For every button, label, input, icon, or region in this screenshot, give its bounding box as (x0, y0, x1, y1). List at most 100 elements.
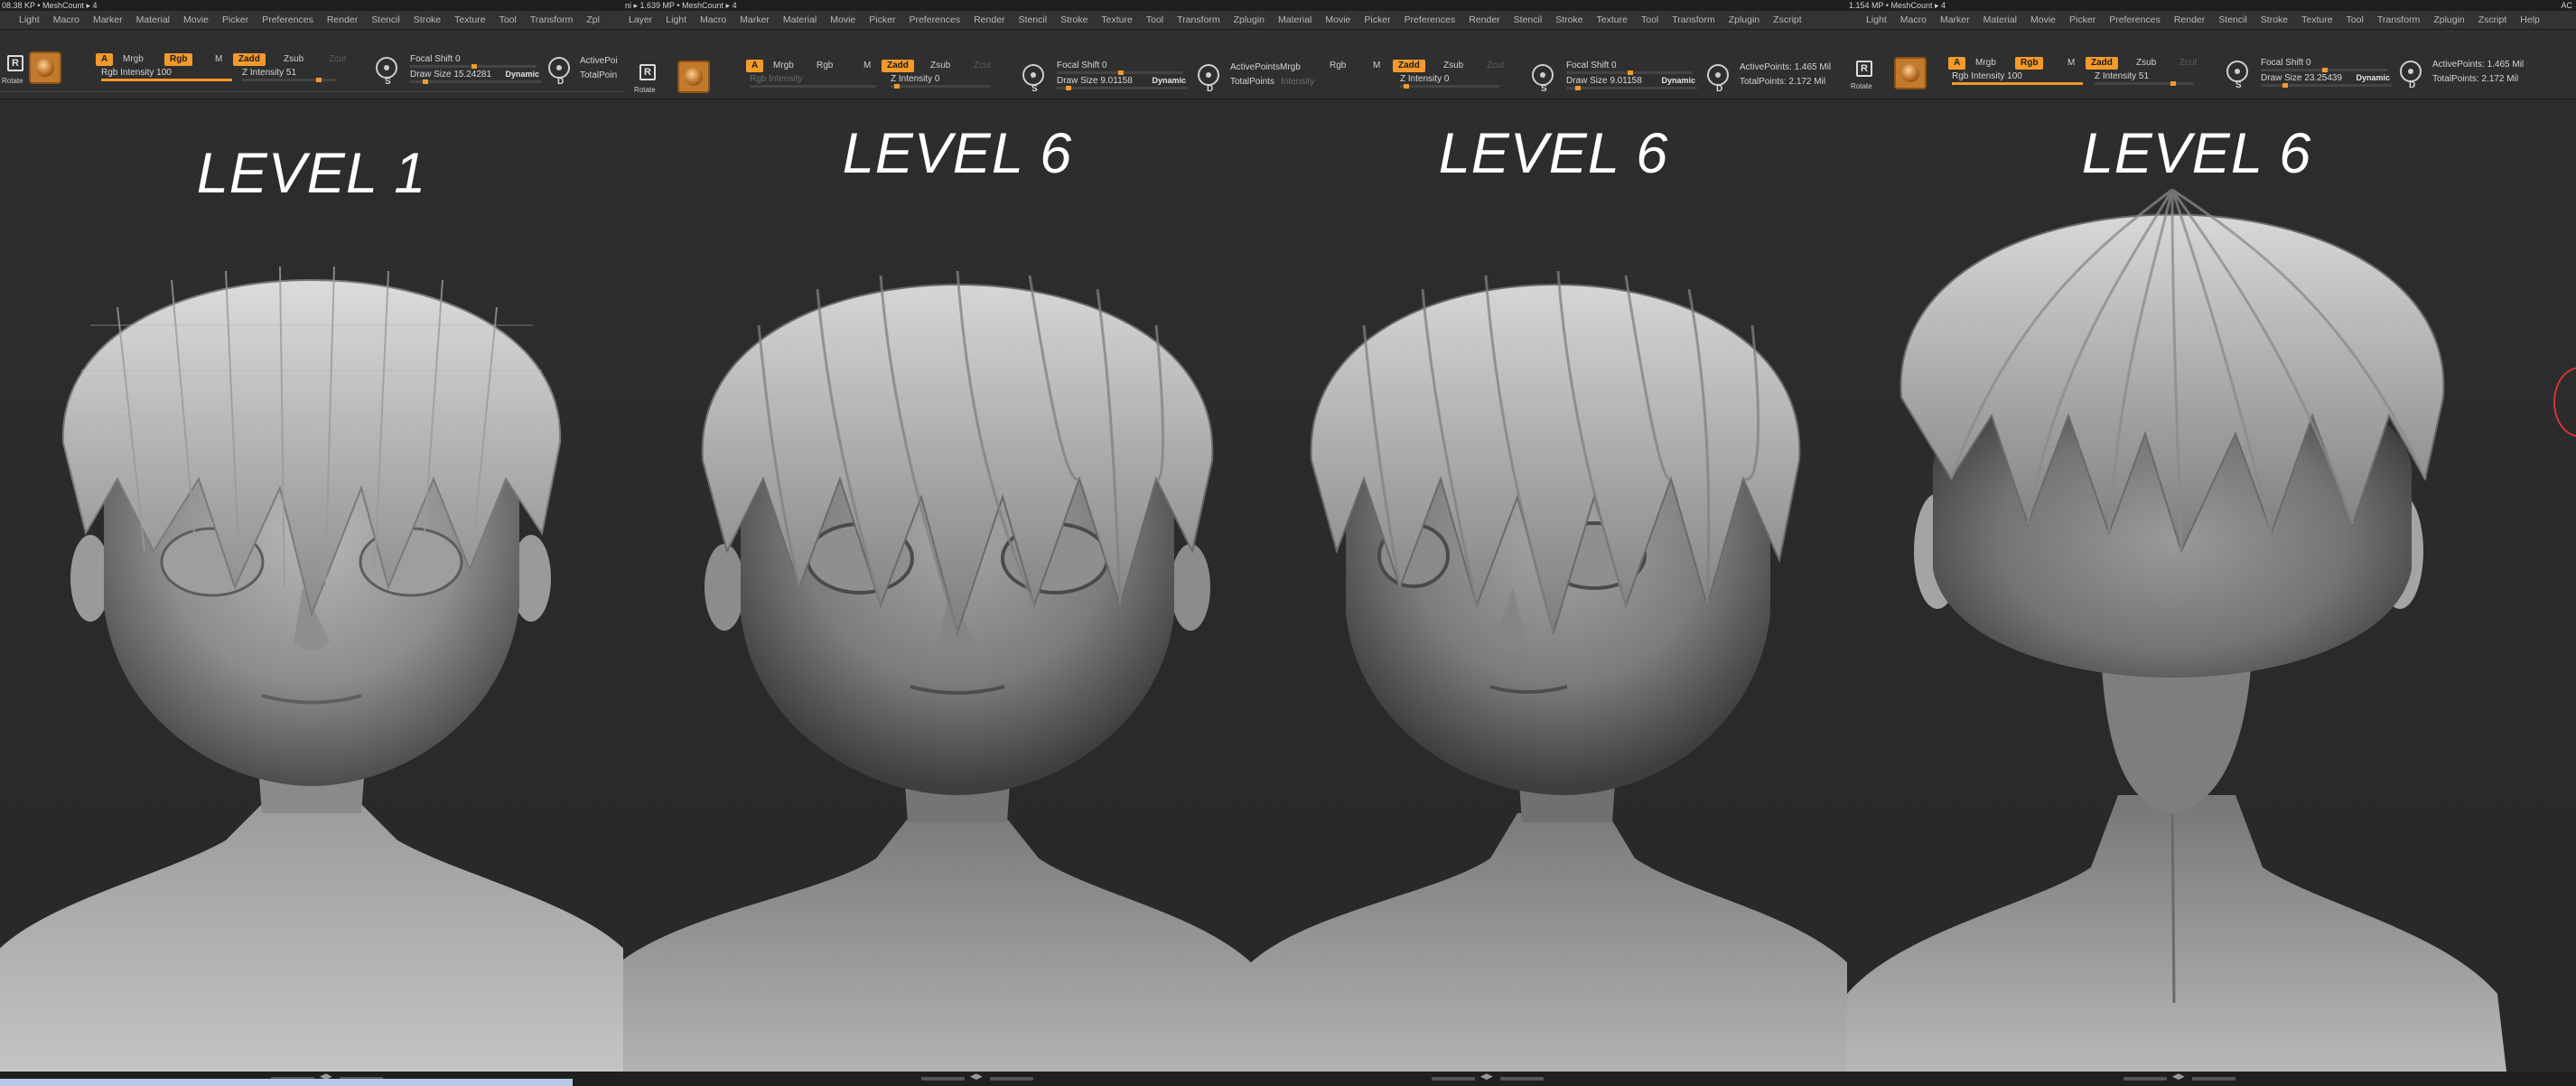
menu-item[interactable]: Zplugin (2428, 11, 2472, 29)
menu-item[interactable]: Tool (2341, 11, 2372, 29)
toggle-zcut[interactable]: Zcut (323, 53, 351, 66)
toggle-zcut-2[interactable]: Zcut (1481, 60, 1509, 72)
resize-handle[interactable]: ◀▶ (1432, 1072, 1544, 1081)
focal-shift-icon[interactable] (1022, 64, 1044, 86)
menu-item[interactable]: Tool (1636, 11, 1666, 29)
menu-item[interactable]: Zpl (581, 11, 608, 29)
menu-item[interactable]: Render (322, 11, 366, 29)
z-intensity-slider[interactable]: Z Intensity 51 (2095, 71, 2194, 86)
rgb-intensity-slider[interactable]: Rgb Intensity 100 (1952, 71, 2083, 85)
menu-item[interactable]: Stroke (1550, 11, 1591, 29)
focal-shift-slider[interactable]: Focal Shift 0 (410, 54, 537, 69)
toggle-zadd[interactable]: Zadd (882, 60, 914, 72)
menu-item[interactable]: Stencil (2213, 11, 2255, 29)
toggle-rgb-2[interactable]: Rgb (1324, 60, 1351, 72)
dynamic-toggle-2[interactable]: Dynamic (1661, 76, 1695, 85)
draw-size-slider[interactable]: Draw Size 15.24281 Dynamic (410, 70, 541, 84)
rotate-button[interactable]: R Rotate (1851, 59, 1878, 95)
menu-item[interactable]: Zscript (1768, 11, 1810, 29)
menu-item[interactable]: Macro (48, 11, 88, 29)
toggle-zsub[interactable]: Zsub (925, 60, 956, 72)
menu-item[interactable]: Stencil (366, 11, 408, 29)
menu-item[interactable]: Stroke (408, 11, 449, 29)
toggle-zadd-2[interactable]: Zadd (1393, 60, 1425, 72)
canvas-viewport[interactable]: LEVEL 6 (1847, 99, 2576, 1072)
toggle-mrgb[interactable]: Mrgb (117, 53, 149, 66)
target-icon-2[interactable] (1707, 64, 1729, 86)
menu-item[interactable]: Tool (494, 11, 525, 29)
focal-shift-icon-2[interactable] (1532, 64, 1554, 86)
focal-shift-icon[interactable] (376, 57, 397, 79)
toggle-zcut[interactable]: Zcut (2174, 57, 2202, 70)
menu-item[interactable]: Zplugin (1723, 11, 1768, 29)
menu-item[interactable]: Render (968, 11, 1013, 29)
menu-item[interactable]: Texture (1096, 11, 1140, 29)
menu-item[interactable]: Picker (217, 11, 257, 29)
menu-item[interactable]: Picker (2064, 11, 2104, 29)
canvas-viewport[interactable]: LEVEL 6 LEVEL 6 (623, 99, 1847, 1072)
toggle-m[interactable]: M (858, 60, 876, 72)
toggle-rgb[interactable]: Rgb (811, 60, 838, 72)
toggle-m[interactable]: M (2062, 57, 2080, 70)
toggle-a[interactable]: A (96, 53, 114, 66)
rgb-intensity-slider[interactable]: Rgb Intensity (750, 74, 876, 88)
menu-item[interactable]: Transform (1171, 11, 1227, 29)
focal-shift-slider[interactable]: Focal Shift 0 (2261, 58, 2387, 72)
focal-shift-slider[interactable]: Focal Shift 0 (1057, 61, 1183, 75)
menu-item[interactable]: Transform (525, 11, 581, 29)
menu-item[interactable]: Material (1273, 11, 1320, 29)
menu-item[interactable]: Picker (1358, 11, 1398, 29)
menu-item[interactable]: Light (1861, 11, 1895, 29)
target-icon[interactable] (1198, 64, 1219, 86)
menu-item[interactable]: Marker (88, 11, 131, 29)
material-swatch[interactable] (29, 51, 61, 84)
canvas-viewport[interactable]: LEVEL 1 (0, 99, 623, 1072)
menu-item[interactable]: Stroke (1055, 11, 1096, 29)
rotate-button[interactable]: R Rotate (2, 53, 29, 89)
toggle-zsub-2[interactable]: Zsub (1438, 60, 1469, 72)
menu-item[interactable]: Zplugin (1228, 11, 1273, 29)
focal-shift-slider-2[interactable]: Focal Shift 0 (1566, 61, 1693, 75)
resize-handle[interactable]: ◀▶ (921, 1072, 1033, 1081)
menu-item[interactable]: Stencil (1013, 11, 1056, 29)
menu-item[interactable]: Movie (825, 11, 863, 29)
menu-item[interactable]: Transform (1666, 11, 1722, 29)
target-icon[interactable] (548, 57, 570, 79)
toggle-rgb[interactable]: Rgb (2015, 57, 2044, 70)
menu-item[interactable]: Movie (2025, 11, 2064, 29)
material-swatch[interactable] (1894, 57, 1927, 89)
menu-item[interactable]: Light (14, 11, 48, 29)
menu-item[interactable]: Texture (2296, 11, 2340, 29)
dynamic-toggle[interactable]: Dynamic (505, 70, 539, 79)
target-icon[interactable] (2400, 61, 2422, 82)
menu-item[interactable]: Marker (734, 11, 778, 29)
draw-size-slider-2[interactable]: Draw Size 9.01158 Dynamic (1566, 76, 1697, 90)
menu-item[interactable]: Render (2169, 11, 2213, 29)
toggle-m[interactable]: M (210, 53, 228, 66)
draw-size-slider[interactable]: Draw Size 9.01158 Dynamic (1057, 76, 1188, 90)
dynamic-toggle[interactable]: Dynamic (1152, 76, 1186, 85)
menu-item[interactable]: Material (778, 11, 825, 29)
menu-item[interactable]: Preferences (2104, 11, 2169, 29)
toggle-a[interactable]: A (746, 60, 764, 72)
draw-size-slider[interactable]: Draw Size 23.25439 Dynamic (2261, 73, 2392, 88)
menu-item[interactable]: Movie (1320, 11, 1358, 29)
menu-item[interactable]: Marker (1935, 11, 1978, 29)
menu-item[interactable]: Texture (449, 11, 493, 29)
z-intensity-slider[interactable]: Z Intensity 0 (891, 74, 990, 89)
rgb-intensity-slider[interactable]: Rgb Intensity 100 (101, 68, 232, 81)
menu-item[interactable]: Preferences (257, 11, 322, 29)
dynamic-toggle[interactable]: Dynamic (2356, 73, 2390, 82)
toggle-zadd[interactable]: Zadd (233, 53, 266, 66)
rotate-button[interactable]: R Rotate (634, 62, 661, 98)
toggle-m-2[interactable]: M (1367, 60, 1386, 72)
menu-item[interactable]: Transform (2372, 11, 2428, 29)
toggle-rgb[interactable]: Rgb (164, 53, 193, 66)
z-intensity-slider[interactable]: Z Intensity 51 (242, 68, 337, 82)
menu-item[interactable]: Help (2515, 11, 2548, 29)
resize-handle[interactable]: ◀▶ (2123, 1072, 2235, 1081)
menu-item[interactable]: Movie (178, 11, 217, 29)
toggle-a[interactable]: A (1948, 57, 1966, 70)
menu-item[interactable]: Macro (1895, 11, 1935, 29)
toggle-zsub[interactable]: Zsub (2131, 57, 2161, 70)
